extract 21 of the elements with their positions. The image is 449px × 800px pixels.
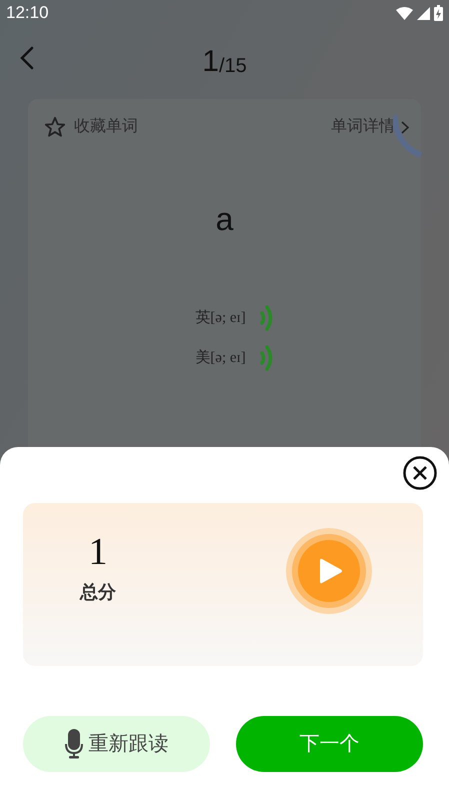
wifi-icon	[396, 6, 413, 20]
word-text: a	[216, 200, 234, 239]
status-time: 12:10	[6, 2, 49, 24]
signal-icon	[417, 6, 430, 20]
score-label: 总分	[80, 581, 116, 604]
details-link[interactable]: 单词详情	[331, 115, 395, 139]
next-button[interactable]: 下一个	[236, 716, 423, 772]
reread-button[interactable]: 重新跟读	[23, 716, 210, 772]
favorite-label[interactable]: 收藏单词	[74, 115, 138, 139]
star-icon[interactable]	[44, 116, 66, 138]
chevron-right-icon[interactable]	[401, 120, 409, 134]
total-count: /15	[218, 56, 247, 76]
close-icon[interactable]	[403, 456, 437, 490]
back-icon[interactable]	[20, 46, 34, 70]
score-value: 1	[88, 533, 108, 571]
battery-icon	[434, 5, 443, 21]
current-index: 1	[202, 47, 219, 77]
microphone-icon	[64, 729, 82, 759]
phonetic-text: 美[ə; eɪ]	[195, 348, 246, 368]
play-icon	[319, 557, 343, 585]
phonetic-text: 英[ə; eɪ]	[195, 308, 246, 328]
